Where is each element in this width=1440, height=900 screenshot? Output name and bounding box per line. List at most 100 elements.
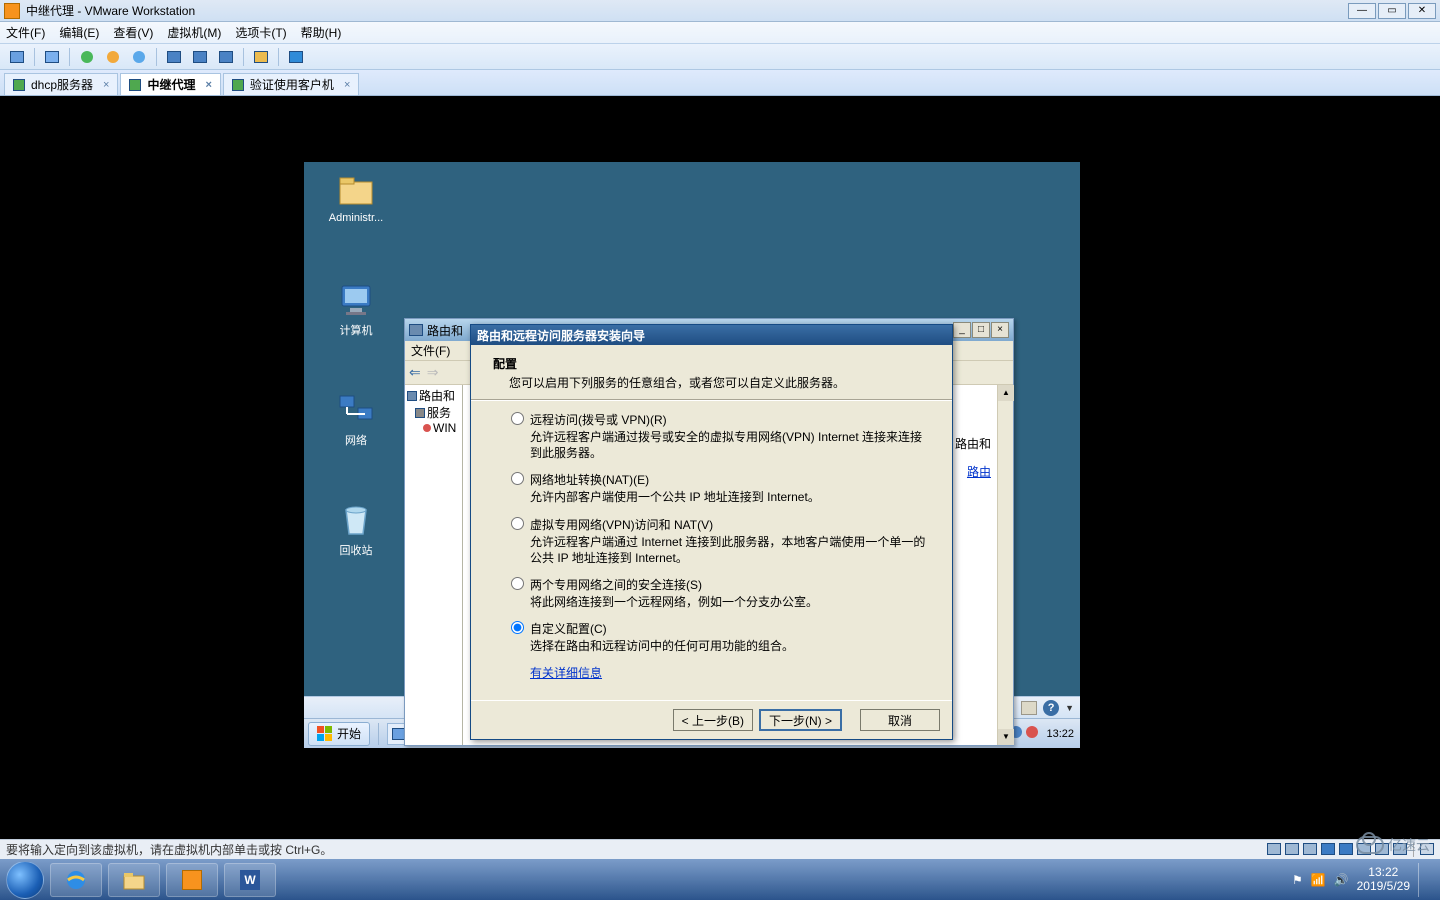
help-icon[interactable]: ? xyxy=(1043,700,1059,716)
start-label: 开始 xyxy=(337,725,361,742)
host-title: 中继代理 - VMware Workstation xyxy=(26,2,195,19)
tree-label: WIN xyxy=(433,421,456,435)
option-vpn-nat[interactable]: 虚拟专用网络(VPN)访问和 NAT(V) 允许远程客户端通过 Internet… xyxy=(511,516,926,566)
desktop-icon-computer[interactable]: 计算机 xyxy=(320,280,392,338)
vm-tab-client[interactable]: 验证使用客户机 × xyxy=(223,73,359,95)
task-explorer[interactable] xyxy=(108,863,160,897)
content-link[interactable]: 路由 xyxy=(967,463,991,480)
status-text: 要将输入定向到该虚拟机，请在虚拟机内部单击或按 Ctrl+G。 xyxy=(6,841,332,858)
tb-suspend-icon[interactable] xyxy=(102,47,124,67)
option-remote-access[interactable]: 远程访问(拨号或 VPN)(R) 允许远程客户端通过拨号或安全的虚拟专用网络(V… xyxy=(511,411,926,461)
task-ie[interactable] xyxy=(50,863,102,897)
tb-library-icon[interactable] xyxy=(6,47,28,67)
task-vmware[interactable] xyxy=(166,863,218,897)
menu-edit[interactable]: 编辑(E) xyxy=(59,24,99,41)
radio-vpn-nat[interactable] xyxy=(511,517,524,530)
option-site-to-site[interactable]: 两个专用网络之间的安全连接(S) 将此网络连接到一个远程网络，例如一个分支办公室… xyxy=(511,576,926,610)
device-cd-icon[interactable] xyxy=(1285,843,1299,855)
ie-icon xyxy=(64,868,88,892)
tray-flag-icon[interactable]: ⚑ xyxy=(1292,873,1303,887)
option-desc: 允许内部客户端使用一个公共 IP 地址连接到 Internet。 xyxy=(511,489,926,505)
win7-start-orb[interactable] xyxy=(6,861,44,899)
start-button[interactable]: 开始 xyxy=(308,722,370,746)
win7-clock-time[interactable]: 13:22 xyxy=(1357,866,1410,879)
device-net1-icon[interactable] xyxy=(1321,843,1335,855)
desktop-icon-recycle[interactable]: 回收站 xyxy=(320,500,392,558)
menu-file[interactable]: 文件(F) xyxy=(6,24,45,41)
vm-tab-dhcp[interactable]: dhcp服务器 × xyxy=(4,73,118,95)
task-word[interactable]: W xyxy=(224,863,276,897)
tray-network-icon[interactable]: 📶 xyxy=(1311,873,1326,887)
mmc-scrollbar[interactable] xyxy=(997,385,1013,745)
desktop-icon-admin[interactable]: Administr... xyxy=(320,170,392,224)
tray-volume-icon[interactable]: 🔊 xyxy=(1334,873,1349,887)
tab-close-icon[interactable]: × xyxy=(344,79,350,91)
radio-site-to-site[interactable] xyxy=(511,577,524,590)
menu-help[interactable]: 帮助(H) xyxy=(301,24,342,41)
mmc-min-button[interactable]: _ xyxy=(953,322,971,338)
host-menubar: 文件(F) 编辑(E) 查看(V) 虚拟机(M) 选项卡(T) 帮助(H) xyxy=(0,22,1440,44)
keyboard-icon[interactable] xyxy=(1021,701,1037,715)
tree-icon xyxy=(407,391,417,401)
host-max-button[interactable]: ▭ xyxy=(1378,3,1406,19)
tb-power-on-icon[interactable] xyxy=(76,47,98,67)
host-min-button[interactable]: — xyxy=(1348,3,1376,19)
mmc-fwd-icon[interactable]: ⇒ xyxy=(427,364,439,381)
mmc-close-button[interactable]: × xyxy=(991,322,1009,338)
mmc-app-icon xyxy=(409,324,423,336)
guest-viewport: Administr... 计算机 网络 回收站 ? ▼ xyxy=(0,96,1440,829)
vm-tab-relay[interactable]: 中继代理 × xyxy=(120,73,220,95)
tb-fullscreen-icon[interactable] xyxy=(285,47,307,67)
device-hdd-icon[interactable] xyxy=(1267,843,1281,855)
host-window-controls: — ▭ ✕ xyxy=(1348,3,1436,19)
option-nat[interactable]: 网络地址转换(NAT)(E) 允许内部客户端使用一个公共 IP 地址连接到 In… xyxy=(511,471,926,505)
win7-clock-date[interactable]: 2019/5/29 xyxy=(1357,880,1410,893)
tab-close-icon[interactable]: × xyxy=(205,79,211,91)
show-desktop-button[interactable] xyxy=(1418,863,1428,897)
radio-remote-access[interactable] xyxy=(511,412,524,425)
desktop-icon-network[interactable]: 网络 xyxy=(320,390,392,448)
option-desc: 允许远程客户端通过拨号或安全的虚拟专用网络(VPN) Internet 连接来连… xyxy=(511,429,926,461)
device-floppy-icon[interactable] xyxy=(1303,843,1317,855)
menu-vm[interactable]: 虚拟机(M) xyxy=(167,24,221,41)
mmc-max-button[interactable]: □ xyxy=(972,322,990,338)
tb-snapshot-icon[interactable] xyxy=(163,47,185,67)
vmware-icon xyxy=(4,3,20,19)
mmc-back-icon[interactable]: ⇐ xyxy=(409,364,421,381)
more-info-link[interactable]: 有关详细信息 xyxy=(530,666,602,680)
mmc-tree[interactable]: 路由和 服务 WIN xyxy=(405,385,463,745)
tab-close-icon[interactable]: × xyxy=(103,79,109,91)
tb-vm-icon[interactable] xyxy=(41,47,63,67)
host-close-button[interactable]: ✕ xyxy=(1408,3,1436,19)
option-desc: 将此网络连接到一个远程网络，例如一个分支办公室。 xyxy=(511,594,926,610)
tray-alert-icon[interactable] xyxy=(1026,726,1038,741)
icon-label: 网络 xyxy=(320,432,392,448)
device-net2-icon[interactable] xyxy=(1339,843,1353,855)
tb-reset-icon[interactable] xyxy=(128,47,150,67)
menu-view[interactable]: 查看(V) xyxy=(113,24,153,41)
tb-snapshot-manager-icon[interactable] xyxy=(189,47,211,67)
chevron-down-icon[interactable]: ▼ xyxy=(1065,703,1074,713)
back-button[interactable]: < 上一步(B) xyxy=(673,709,753,731)
wizard-body: 远程访问(拨号或 VPN)(R) 允许远程客户端通过拨号或安全的虚拟专用网络(V… xyxy=(471,405,952,685)
host-titlebar: 中继代理 - VMware Workstation — ▭ ✕ xyxy=(0,0,1440,22)
tb-unity-icon[interactable] xyxy=(250,47,272,67)
folder-icon xyxy=(336,170,376,210)
radio-nat[interactable] xyxy=(511,472,524,485)
mmc-menu-file[interactable]: 文件(F) xyxy=(411,342,450,359)
option-custom[interactable]: 自定义配置(C) 选择在路由和远程访问中的任何可用功能的组合。 xyxy=(511,620,926,654)
wizard-footer: < 上一步(B) 下一步(N) > 取消 xyxy=(471,700,952,739)
windows-logo-icon xyxy=(317,726,333,742)
icon-label: 回收站 xyxy=(320,542,392,558)
cancel-button[interactable]: 取消 xyxy=(860,709,940,731)
mmc-title-text: 路由和 xyxy=(427,322,463,339)
radio-custom[interactable] xyxy=(511,621,524,634)
next-button[interactable]: 下一步(N) > xyxy=(759,709,842,731)
wizard-header: 配置 您可以启用下列服务的任意组合，或者您可以自定义此服务器。 xyxy=(471,345,952,399)
tb-revert-icon[interactable] xyxy=(215,47,237,67)
menu-tabs[interactable]: 选项卡(T) xyxy=(235,24,286,41)
guest-clock[interactable]: 13:22 xyxy=(1046,728,1074,740)
wizard-titlebar[interactable]: 路由和远程访问服务器安装向导 xyxy=(471,325,952,345)
vm-tab-label: dhcp服务器 xyxy=(31,76,93,93)
option-label: 远程访问(拨号或 VPN)(R) xyxy=(530,411,667,428)
